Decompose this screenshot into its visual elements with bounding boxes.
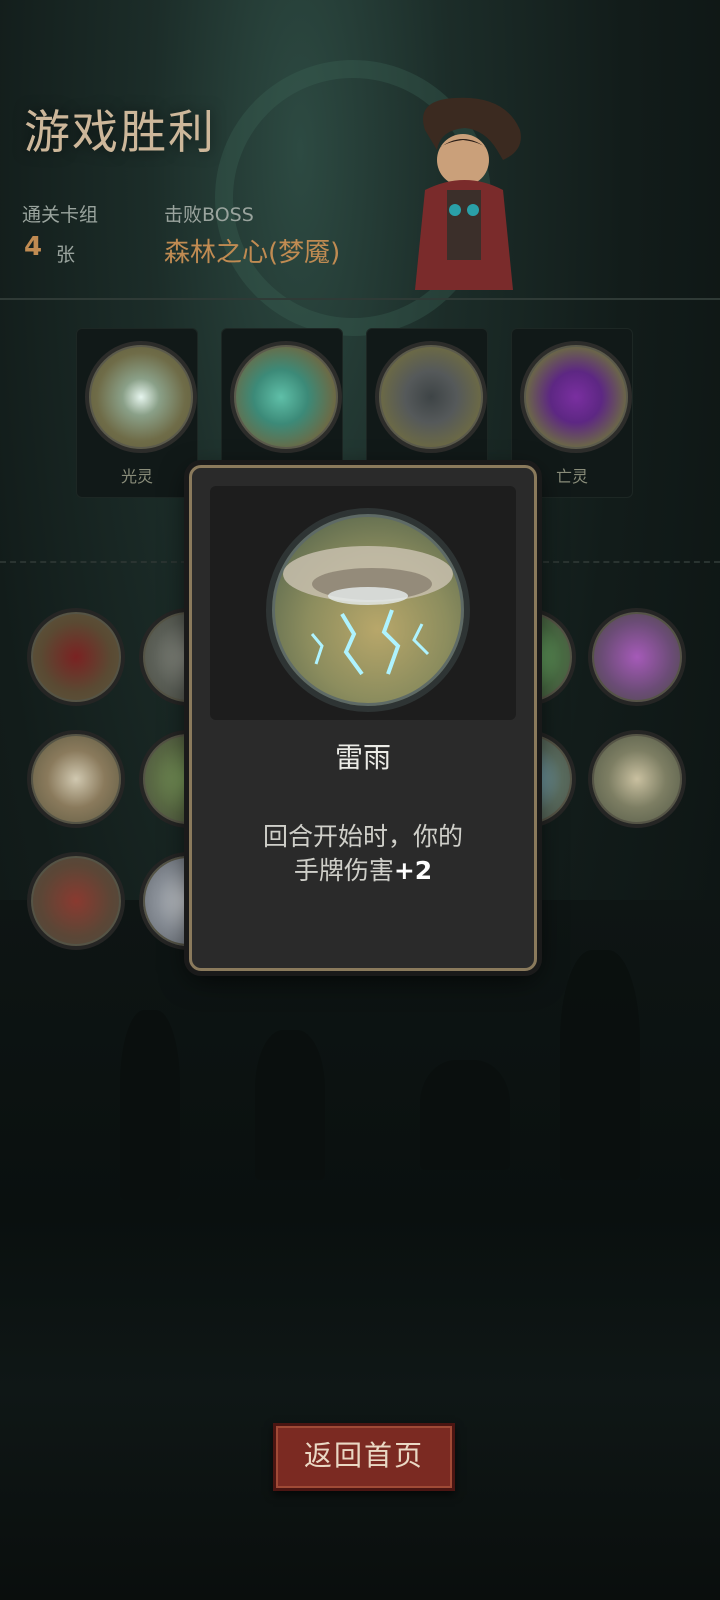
page-title: 游戏胜利 (24, 105, 216, 159)
item-description-prefix: 手牌伤害 (293, 856, 394, 885)
deck-slot-label: 光灵 (120, 467, 153, 486)
tree-silhouette (120, 1010, 180, 1200)
item-description-line1: 回合开始时，你的 (262, 822, 463, 851)
tree-silhouette (560, 950, 640, 1180)
item-description: 回合开始时，你的 手牌伤害+2 (222, 820, 504, 888)
popup-art-frame (210, 486, 516, 720)
warrior-slash-icon[interactable] (27, 730, 125, 828)
cursed-card-icon[interactable] (27, 608, 125, 706)
thunderstorm-icon (266, 508, 470, 712)
water-serpent-icon (230, 341, 342, 453)
bloody-hands-icon[interactable] (27, 852, 125, 950)
boss-name: 森林之心(梦魇) (164, 238, 341, 268)
header-divider (0, 298, 720, 300)
undead-spirit-icon (520, 341, 632, 453)
light-spirit-icon (85, 341, 197, 453)
thunderstorm-icon[interactable] (588, 730, 686, 828)
deck-slot[interactable]: 光灵 (76, 328, 198, 498)
deck-count: 4 (24, 232, 43, 262)
zombie-music-icon[interactable] (588, 608, 686, 706)
deck-label: 通关卡组 (22, 204, 99, 226)
tree-silhouette (255, 1030, 325, 1180)
boss-label: 击败BOSS (164, 204, 254, 226)
tree-silhouette (420, 1060, 510, 1170)
item-damage-bonus: +2 (393, 856, 433, 885)
deck-unit: 张 (56, 244, 76, 266)
item-detail-popup[interactable]: 雷雨 回合开始时，你的 手牌伤害+2 (189, 465, 537, 971)
return-home-button[interactable]: 返回首页 (273, 1423, 455, 1491)
item-description-line2: 手牌伤害+2 (222, 854, 504, 888)
tornado-icon (375, 341, 487, 453)
hero-character (415, 97, 521, 290)
item-name: 雷雨 (334, 741, 391, 774)
